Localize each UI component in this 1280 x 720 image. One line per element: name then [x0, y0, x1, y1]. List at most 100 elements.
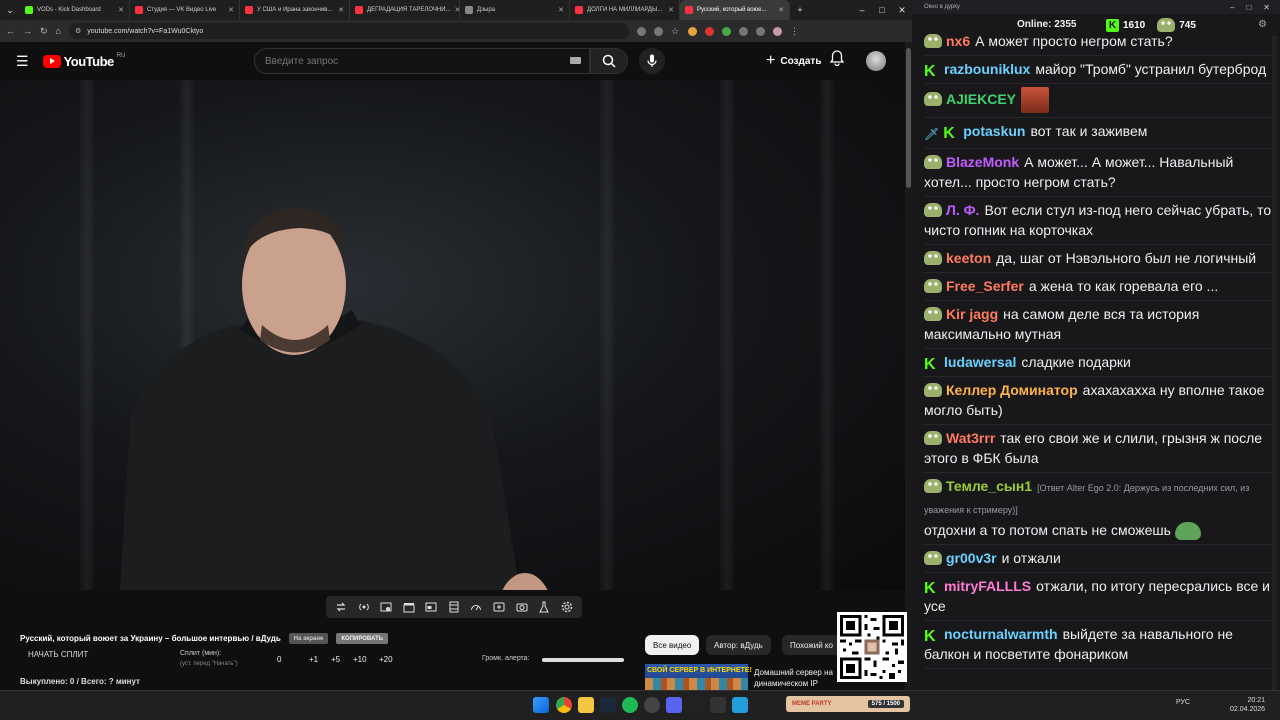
chat-username[interactable]: ludawersal [944, 354, 1016, 370]
tab-close-icon[interactable]: ✕ [338, 6, 344, 14]
split-value-button[interactable]: +20 [379, 655, 393, 664]
browser-tab[interactable]: ДОЛГИ НА МИЛЛИАРДЫ... ✕ [570, 0, 680, 20]
chat-username[interactable]: gr00v3r [946, 550, 997, 566]
tab-close-icon[interactable]: ✕ [118, 6, 124, 14]
browser-tab[interactable]: Дзыра ✕ [460, 0, 570, 20]
split-value-button[interactable]: 0 [277, 655, 281, 664]
site-info-icon[interactable]: ⚙ [75, 27, 81, 35]
downloads-icon[interactable] [755, 26, 765, 36]
alert-volume-slider[interactable] [542, 658, 624, 662]
chip-author[interactable]: Автор: вДудь [706, 635, 771, 655]
forward-icon[interactable]: → [23, 26, 32, 36]
language-indicator[interactable]: РУС [1176, 699, 1190, 706]
chip-similar[interactable]: Похожий ко [782, 635, 842, 655]
telegram-icon[interactable] [732, 697, 748, 713]
loop-icon[interactable] [335, 601, 347, 613]
extension-icon[interactable] [636, 26, 646, 36]
extension-icon[interactable] [653, 26, 663, 36]
chat-username[interactable]: nocturnalwarmth [944, 626, 1058, 642]
browser-tab[interactable]: Студия — VK Видео Live ✕ [130, 0, 240, 20]
app-icon[interactable] [710, 697, 726, 713]
create-button[interactable]: + Создать [758, 49, 829, 73]
back-icon[interactable]: ← [6, 26, 15, 36]
flask-icon[interactable] [538, 601, 550, 613]
chat-username[interactable]: Free_Serfer [946, 278, 1024, 294]
media-player-icon[interactable] [688, 697, 704, 713]
avatar[interactable] [866, 51, 886, 71]
chat-username[interactable]: BlazeMonk [946, 154, 1019, 170]
tab-close-icon[interactable]: ✕ [668, 6, 674, 14]
tab-close-icon[interactable]: ✕ [228, 6, 234, 14]
maximize-icon[interactable]: □ [1246, 3, 1251, 12]
chat-username[interactable]: AJIEKCEY [946, 91, 1016, 107]
screenshot-camera-icon[interactable] [516, 601, 528, 613]
chrome-icon[interactable] [556, 697, 572, 713]
cinema-mode-icon[interactable] [380, 601, 392, 613]
ad-title[interactable]: Домашний сервер на динамическом IP беспл… [754, 667, 839, 689]
file-explorer-icon[interactable] [578, 697, 594, 713]
split-value-button[interactable]: +10 [353, 655, 367, 664]
chat-username[interactable]: Kir jagg [946, 306, 998, 322]
settings-gear-icon[interactable] [561, 601, 573, 613]
on-screen-button[interactable]: На экране [288, 633, 329, 644]
search-input[interactable] [254, 48, 590, 74]
discord-icon[interactable] [666, 697, 682, 713]
menu-dots-icon[interactable]: ⋮ [790, 26, 799, 37]
tab-close-icon[interactable]: ✕ [558, 6, 564, 14]
profile-icon[interactable] [772, 26, 782, 36]
chat-username[interactable]: razbouniklux [944, 61, 1030, 77]
system-clock[interactable]: 20:21 02.04.2026 [1230, 696, 1265, 714]
steam-icon[interactable] [600, 697, 616, 713]
start-button-icon[interactable] [533, 697, 549, 713]
clapperboard-icon[interactable] [403, 601, 415, 613]
split-value-button[interactable]: +1 [309, 655, 318, 664]
chat-username[interactable]: Wat3rrr [946, 430, 995, 446]
close-icon[interactable]: ✕ [1263, 3, 1270, 12]
chat-username[interactable]: nx6 [946, 33, 970, 49]
maximize-icon[interactable]: □ [872, 5, 892, 15]
extension-icon[interactable] [704, 26, 714, 36]
tab-menu-icon[interactable]: ⌄ [0, 5, 20, 16]
scrollbar-thumb[interactable] [906, 48, 911, 188]
notifications-bell-icon[interactable] [829, 50, 845, 69]
browser-tab[interactable]: У США и Ирана закончив... ✕ [240, 0, 350, 20]
chat-username[interactable]: Л. Ф. [946, 202, 979, 218]
tab-close-icon[interactable]: ✕ [778, 6, 784, 14]
extension-icon[interactable] [687, 26, 697, 36]
extension-icon[interactable] [738, 26, 748, 36]
chat-username[interactable]: Темле_сын1 [946, 478, 1032, 494]
hamburger-menu-icon[interactable]: ☰ [16, 53, 29, 70]
extension-icon[interactable] [721, 26, 731, 36]
chat-scrollbar[interactable] [1272, 36, 1277, 690]
obs-icon[interactable] [644, 697, 660, 713]
bookmark-star-icon[interactable]: ☆ [671, 26, 680, 36]
keyboard-icon[interactable] [570, 57, 581, 64]
minimize-icon[interactable]: – [1230, 3, 1234, 12]
chat-username[interactable]: Келлер Доминатор [946, 382, 1078, 398]
copy-button[interactable]: КОПИРОВАТЬ [336, 633, 388, 644]
youtube-logo[interactable]: YouTube RU [42, 53, 125, 69]
spotify-icon[interactable] [622, 697, 638, 713]
browser-tab[interactable]: Русский, который воюе... ✕ [680, 0, 790, 20]
split-value-button[interactable]: +5 [331, 655, 340, 664]
picture-in-picture-icon[interactable] [425, 601, 437, 613]
start-split-button[interactable]: НАЧАТЬ СПЛИТ [28, 650, 88, 659]
reload-icon[interactable]: ↻ [40, 26, 48, 37]
url-field[interactable]: ⚙ youtube.com/watch?v=Fa1Wu0Cktyo [68, 23, 629, 39]
chip-all-videos[interactable]: Все видео [645, 635, 700, 655]
browser-tab[interactable]: ДЕГРАДАЦИЯ ТАРЕЛОЧНИ... ✕ [350, 0, 460, 20]
chat-username[interactable]: keeton [946, 250, 991, 266]
add-clip-icon[interactable] [493, 601, 505, 613]
close-window-icon[interactable]: ✕ [892, 5, 912, 16]
film-strip-icon[interactable] [448, 601, 460, 613]
speed-gauge-icon[interactable] [470, 601, 482, 613]
voice-search-button[interactable] [639, 48, 665, 74]
video-player[interactable] [0, 80, 905, 590]
browser-tab[interactable]: VODs - Kick Dashboard ✕ [20, 0, 130, 20]
new-tab-icon[interactable]: + [790, 5, 810, 15]
chat-username[interactable]: potaskun [963, 123, 1025, 139]
broadcast-icon[interactable] [358, 601, 370, 613]
home-icon[interactable]: ⌂ [56, 26, 61, 36]
meme-party-widget[interactable]: MEME PARTY 575 / 1500 [786, 696, 910, 712]
chat-username[interactable]: mitryFALLLS [944, 578, 1031, 594]
